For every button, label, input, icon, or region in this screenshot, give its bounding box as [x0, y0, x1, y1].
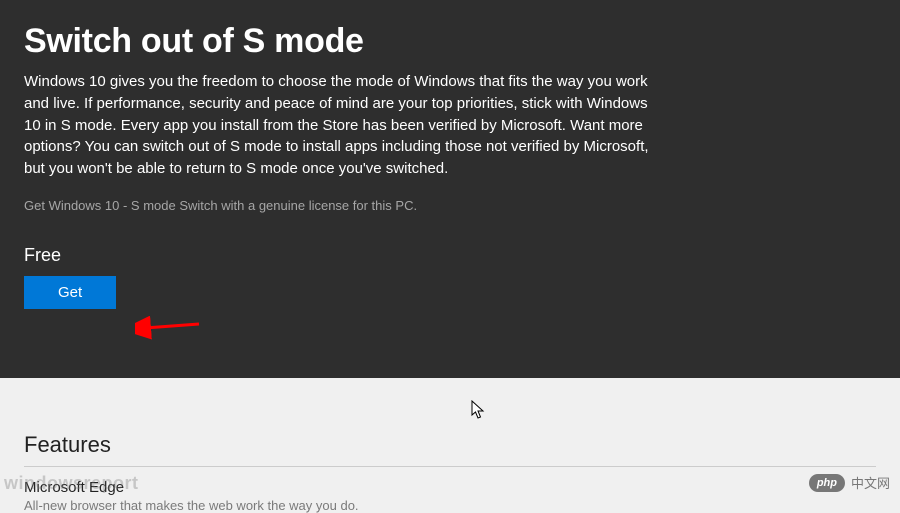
store-listing-header: Switch out of S mode Windows 10 gives yo… — [0, 0, 900, 378]
price-label: Free — [24, 245, 876, 266]
watermark-left: windowsreport — [4, 473, 139, 494]
section-divider — [24, 466, 876, 467]
feature-title: Microsoft Edge — [24, 479, 876, 496]
listing-description: Windows 10 gives you the freedom to choo… — [24, 71, 664, 180]
watermark-right: php 中文网 — [809, 473, 890, 492]
get-button[interactable]: Get — [24, 276, 116, 309]
features-heading: Features — [24, 432, 876, 458]
cn-text: 中文网 — [851, 473, 890, 492]
feature-item: Microsoft Edge All-new browser that make… — [24, 479, 876, 513]
feature-subtitle: All-new browser that makes the web work … — [24, 498, 876, 513]
license-info: Get Windows 10 - S mode Switch with a ge… — [24, 198, 876, 213]
page-title: Switch out of S mode — [24, 22, 876, 61]
php-badge: php — [809, 474, 845, 492]
